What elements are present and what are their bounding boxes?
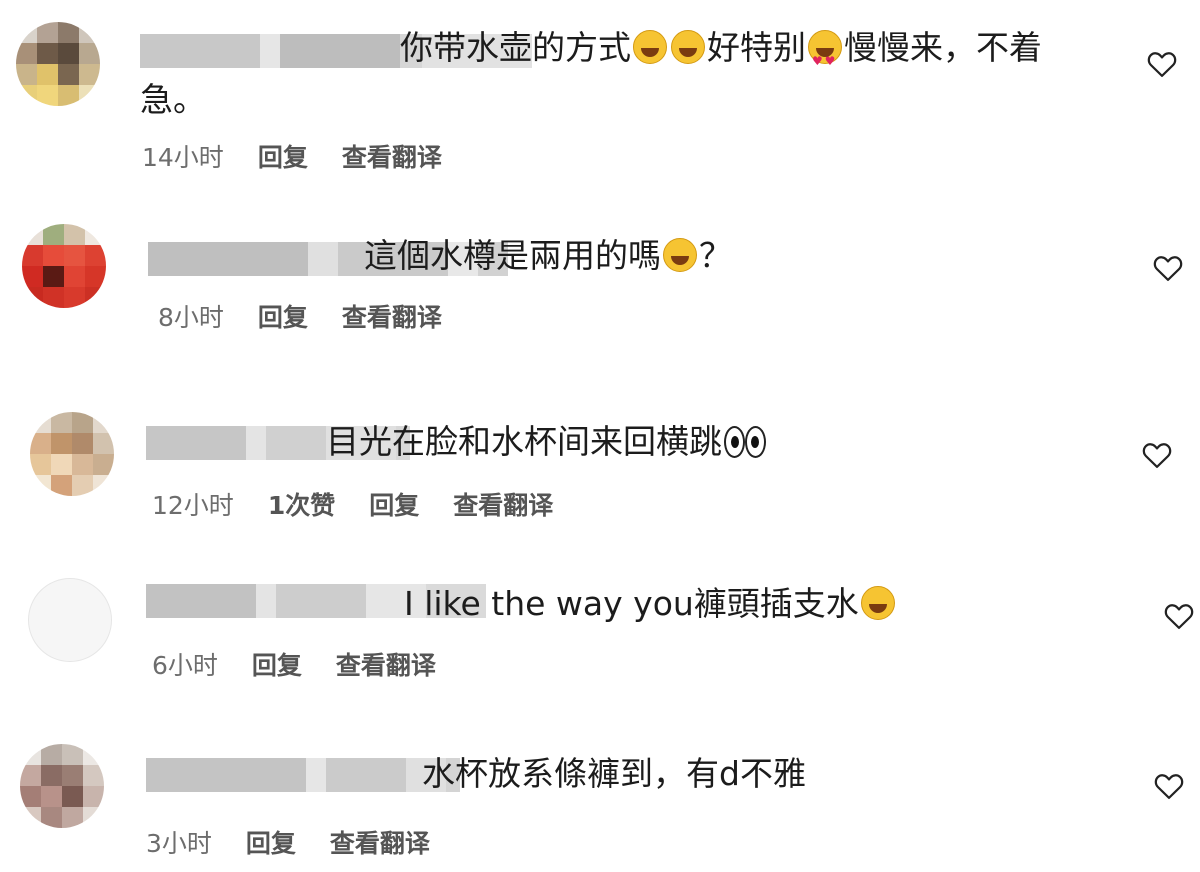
comment-text: 水杯放系條褲到，有d不雅 [422,754,806,793]
comment-text: 目光在脸和水杯间来回横跳 [326,416,766,468]
face-with-tears-of-joy-icon [663,238,697,272]
reply-button[interactable]: 回复 [258,138,308,174]
translate-button[interactable]: 查看翻译 [342,138,442,174]
face-with-tears-of-joy-icon [633,30,667,64]
like-heart-icon[interactable] [1147,50,1177,78]
avatar[interactable] [16,22,100,106]
reply-button[interactable]: 回复 [252,646,302,682]
eyes-icon [724,424,764,458]
comment-meta: 14小时 回复 查看翻译 [142,138,476,174]
comment-meta: 6小时 回复 查看翻译 [152,646,470,682]
translate-button[interactable]: 查看翻译 [453,486,553,522]
comment-text: I like the way you褲頭插支水 [404,578,897,630]
translate-button[interactable]: 查看翻译 [330,824,430,860]
face-with-tears-of-joy-icon [860,586,895,620]
like-heart-icon[interactable] [1153,254,1183,282]
reply-button[interactable]: 回复 [258,298,308,334]
face-with-tears-of-joy-icon [671,30,705,64]
translate-button[interactable]: 查看翻译 [336,646,436,682]
comment-time: 8小时 [158,303,224,332]
smiling-face-with-heart-eyes-icon [808,30,842,87]
comment-meta: 3小时 回复 查看翻译 [146,824,464,860]
like-count[interactable]: 1次赞 [268,486,335,522]
avatar-placeholder[interactable] [28,578,112,662]
avatar[interactable] [20,744,104,828]
comment-time: 12小时 [152,491,234,520]
like-heart-icon[interactable] [1164,602,1194,630]
reply-button[interactable]: 回复 [369,486,419,522]
like-heart-icon[interactable] [1142,441,1172,469]
comment-time: 3小时 [146,829,212,858]
like-heart-icon[interactable] [1154,772,1184,800]
avatar[interactable] [30,412,114,496]
comment-time: 14小时 [142,143,224,172]
translate-button[interactable]: 查看翻译 [342,298,442,334]
avatar[interactable] [22,224,106,308]
comment-text: 你带水壶的方式好特别慢慢来，不着 [400,22,1042,87]
comment-text: 這個水樽是兩用的嗎？ [364,236,732,275]
username-blurred[interactable] [146,758,460,792]
reply-button[interactable]: 回复 [246,824,296,860]
comment-meta: 8小时 回复 查看翻译 [158,298,476,334]
comment-time: 6小时 [152,651,218,680]
comment-meta: 12小时 1次赞 回复 查看翻译 [152,486,587,522]
comment-text-line2: 急。 [140,80,206,119]
